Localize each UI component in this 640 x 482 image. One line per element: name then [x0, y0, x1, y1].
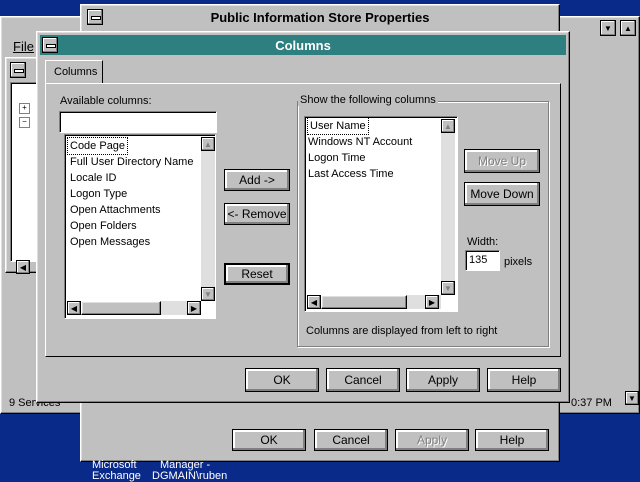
- available-scroll-left-icon[interactable]: ◀: [67, 301, 81, 315]
- desktop-text-4: DGMAIN\ruben: [152, 470, 228, 482]
- shown-columns-list[interactable]: User Name Windows NT Account Logon Time …: [304, 116, 458, 312]
- show-columns-group-label: Show the following columns: [298, 94, 438, 106]
- shown-item[interactable]: Logon Time: [308, 150, 365, 166]
- available-item[interactable]: Open Messages: [70, 234, 150, 250]
- bg-cancel-button[interactable]: Cancel: [314, 429, 388, 451]
- remove-button[interactable]: <- Remove: [224, 203, 290, 225]
- move-up-button[interactable]: Move Up: [464, 149, 540, 173]
- help-button[interactable]: Help: [487, 368, 561, 392]
- shown-scroll-down-icon[interactable]: ▼: [441, 281, 455, 295]
- shown-scroll-up-icon[interactable]: ▲: [441, 119, 455, 133]
- main-scroll-down-icon[interactable]: ▼: [625, 391, 639, 405]
- width-unit-label: pixels: [504, 256, 533, 268]
- available-scroll-down-icon[interactable]: ▼: [201, 287, 215, 301]
- columns-titlebar: Columns: [40, 35, 566, 55]
- width-label: Width:: [467, 236, 499, 248]
- bg-ok-button[interactable]: OK: [232, 429, 306, 451]
- available-hscroll-thumb[interactable]: [81, 301, 161, 315]
- ok-button[interactable]: OK: [245, 368, 319, 392]
- columns-order-note: Columns are displayed from left to right: [306, 325, 498, 337]
- available-item[interactable]: Logon Type: [70, 186, 127, 202]
- apply-button[interactable]: Apply: [406, 368, 480, 392]
- columns-dialog: Columns Columns Available columns: Code …: [36, 31, 570, 403]
- shown-item[interactable]: User Name: [307, 117, 369, 135]
- bg-apply-button[interactable]: Apply: [395, 429, 469, 451]
- cancel-button[interactable]: Cancel: [326, 368, 400, 392]
- available-item[interactable]: Locale ID: [70, 170, 116, 186]
- available-columns-list[interactable]: Code Page Full User Directory Name Local…: [64, 134, 216, 319]
- properties-titlebar: Public Information Store Properties: [84, 8, 556, 26]
- main-maximize-icon[interactable]: ▲: [620, 20, 636, 36]
- desktop-text-3: Exchange: [92, 470, 141, 482]
- tree-sysmenu-icon[interactable]: [10, 62, 26, 78]
- tree-scroll-left-icon[interactable]: ◀: [16, 260, 30, 274]
- shown-item[interactable]: Windows NT Account: [308, 134, 412, 150]
- shown-scroll-right-icon[interactable]: ▶: [425, 295, 439, 309]
- properties-title: Public Information Store Properties: [210, 9, 430, 25]
- available-item[interactable]: Open Folders: [70, 218, 137, 234]
- reset-button[interactable]: Reset: [224, 263, 290, 285]
- available-scroll-right-icon[interactable]: ▶: [187, 301, 201, 315]
- available-item[interactable]: Full User Directory Name: [70, 154, 193, 170]
- main-minimize-icon[interactable]: ▼: [600, 20, 616, 36]
- menu-file[interactable]: File: [13, 39, 34, 54]
- status-time: 0:37 PM: [571, 397, 612, 409]
- available-filter-input[interactable]: [59, 111, 217, 133]
- available-vscroll[interactable]: [201, 137, 215, 301]
- available-columns-label: Available columns:: [60, 95, 152, 107]
- shown-scroll-left-icon[interactable]: ◀: [307, 295, 321, 309]
- columns-title: Columns: [275, 37, 331, 53]
- shown-hscroll-thumb[interactable]: [321, 295, 407, 309]
- width-input[interactable]: 135: [465, 250, 500, 271]
- add-button[interactable]: Add ->: [224, 169, 290, 191]
- tree-expand-icon[interactable]: +: [19, 103, 30, 114]
- shown-vscroll[interactable]: [441, 119, 455, 295]
- tab-columns-label: Columns: [54, 66, 98, 78]
- tab-columns[interactable]: Columns: [45, 60, 103, 84]
- bg-help-button[interactable]: Help: [475, 429, 549, 451]
- available-item[interactable]: Open Attachments: [70, 202, 161, 218]
- properties-sysmenu-icon[interactable]: [87, 9, 103, 25]
- available-item[interactable]: Code Page: [66, 137, 129, 155]
- tree-collapse-icon[interactable]: −: [19, 117, 30, 128]
- shown-item[interactable]: Last Access Time: [308, 166, 394, 182]
- move-down-button[interactable]: Move Down: [464, 182, 540, 206]
- columns-sysmenu-icon[interactable]: [42, 37, 58, 53]
- available-scroll-up-icon[interactable]: ▲: [201, 137, 215, 151]
